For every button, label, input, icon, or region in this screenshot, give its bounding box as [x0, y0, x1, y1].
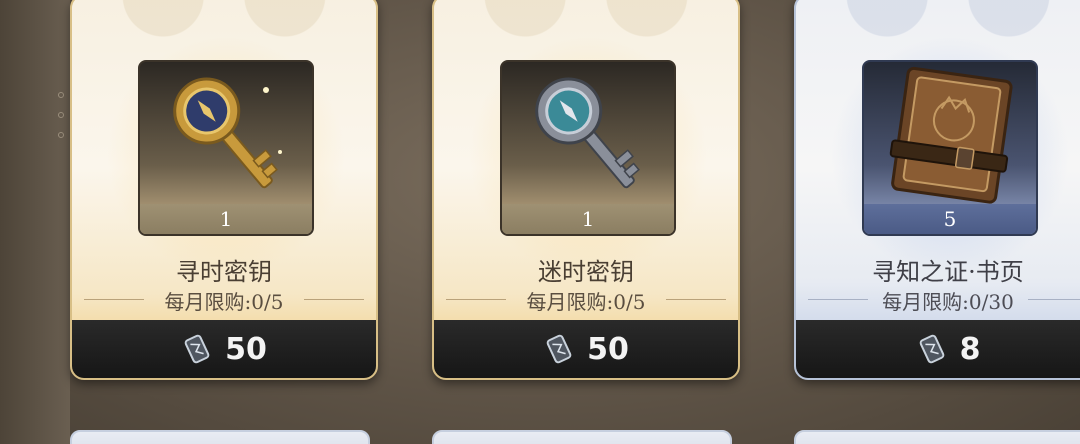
- decorative-dots: [58, 92, 66, 152]
- shop-item-card-partial[interactable]: [794, 430, 1080, 444]
- item-name: 寻时密钥: [176, 258, 272, 286]
- price-button[interactable]: 50: [72, 320, 376, 378]
- price-amount: 8: [959, 331, 981, 367]
- silver-key-icon: [535, 77, 640, 189]
- divider: [1028, 299, 1080, 300]
- divider: [666, 299, 726, 300]
- shop-item-card-partial[interactable]: [70, 430, 370, 444]
- item-quantity: 1: [502, 204, 674, 234]
- purchase-limit: 每月限购:0/30: [804, 286, 1080, 314]
- item-image-frame: 1: [500, 60, 676, 236]
- item-image-frame: 1: [138, 60, 314, 236]
- item-quantity: 1: [140, 204, 312, 234]
- item-name: 寻知之证·书页: [872, 258, 1024, 286]
- price-button[interactable]: 50: [434, 320, 738, 378]
- shop-item-card-partial[interactable]: [432, 430, 732, 444]
- price-amount: 50: [225, 331, 267, 367]
- purchase-limit: 每月限购:0/5: [80, 286, 368, 314]
- price-amount: 50: [587, 331, 629, 367]
- crystal-currency-icon: [184, 334, 210, 364]
- shop-item-card[interactable]: 1 迷时密钥 每月限购:0/5 50: [432, 0, 740, 380]
- book-icon: [889, 66, 1013, 204]
- divider: [304, 299, 364, 300]
- item-name: 迷时密钥: [538, 258, 634, 286]
- purchase-limit-text: 每月限购:0/5: [164, 290, 284, 314]
- item-image-frame: 5: [862, 60, 1038, 236]
- purchase-limit-text: 每月限购:0/30: [882, 290, 1014, 314]
- purchase-limit: 每月限购:0/5: [442, 286, 730, 314]
- background-panel: [0, 0, 70, 444]
- gold-key-icon: [173, 77, 282, 189]
- shop-item-card[interactable]: 5 寻知之证·书页 每月限购:0/30 8: [794, 0, 1080, 380]
- shop-item-card[interactable]: 1 寻时密钥 每月限购:0/5 50: [70, 0, 378, 380]
- crystal-currency-icon: [546, 334, 572, 364]
- price-button[interactable]: 8: [796, 320, 1080, 378]
- crystal-currency-icon: [919, 334, 944, 364]
- purchase-limit-text: 每月限购:0/5: [526, 290, 646, 314]
- item-quantity: 5: [864, 204, 1036, 234]
